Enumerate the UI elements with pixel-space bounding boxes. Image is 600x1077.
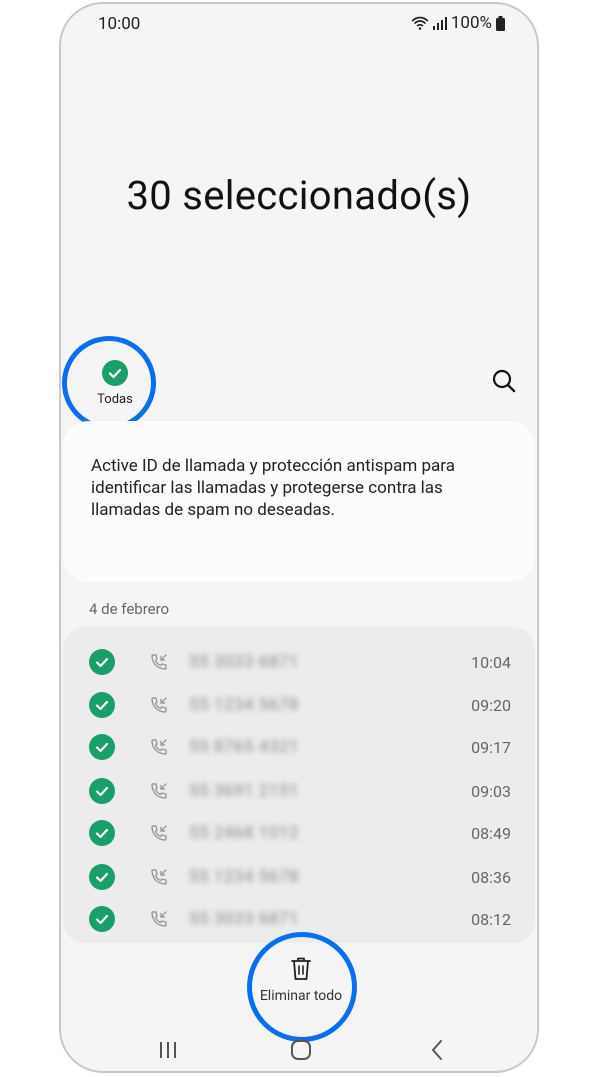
- phone-screen: 10:00 100% 30 seleccionado(s) Todas Acti…: [59, 2, 539, 1073]
- battery-icon: [496, 15, 505, 31]
- select-all-label: Todas: [97, 392, 133, 407]
- page-title: 30 seleccionado(s): [126, 172, 472, 219]
- search-button[interactable]: [489, 366, 519, 396]
- call-time: 10:04: [471, 652, 511, 672]
- back-nav-button[interactable]: [423, 1036, 451, 1064]
- wifi-icon: [411, 16, 429, 30]
- incoming-call-icon: [151, 654, 167, 670]
- incoming-call-icon: [151, 697, 167, 713]
- check-icon[interactable]: [89, 864, 115, 890]
- call-number: 55 3691 2151: [189, 781, 299, 801]
- incoming-call-icon: [151, 825, 167, 841]
- status-time: 10:00: [98, 14, 141, 34]
- back-nav-icon: [432, 1040, 442, 1060]
- check-icon[interactable]: [89, 692, 115, 718]
- call-number: 55 1234 5678: [189, 695, 299, 715]
- delete-all-button[interactable]: Eliminar todo: [245, 956, 357, 1004]
- call-time: 08:12: [471, 909, 511, 929]
- call-time: 09:20: [471, 695, 511, 715]
- call-log-row[interactable]: 55 8765 4321 09:17: [63, 732, 535, 762]
- call-log-row[interactable]: 55 3033 6871 10:04: [63, 647, 535, 677]
- date-header: 4 de febrero: [89, 600, 170, 618]
- incoming-call-icon: [151, 869, 167, 885]
- check-icon[interactable]: [89, 734, 115, 760]
- spam-protection-card[interactable]: Active ID de llamada y protección antisp…: [63, 421, 535, 582]
- incoming-call-icon: [151, 739, 167, 755]
- trash-icon: [291, 957, 311, 980]
- call-number: 55 1234 5678: [189, 867, 299, 887]
- check-icon: [102, 360, 128, 386]
- call-log-row[interactable]: 55 1234 5678 08:36: [63, 862, 535, 892]
- call-log-row[interactable]: 55 2468 1012 08:49: [63, 818, 535, 848]
- status-bar: 10:00 100%: [61, 4, 537, 44]
- call-number: 55 8765 4321: [189, 737, 299, 757]
- check-icon[interactable]: [89, 820, 115, 846]
- check-icon[interactable]: [89, 778, 115, 804]
- incoming-call-icon: [151, 783, 167, 799]
- status-indicators: 100%: [411, 13, 505, 33]
- check-icon[interactable]: [89, 906, 115, 932]
- call-log-list: 55 3033 6871 10:04 55 1234 5678 09:20 55…: [63, 627, 535, 943]
- incoming-call-icon: [151, 911, 167, 927]
- navigation-bar: [61, 1032, 537, 1068]
- call-number: 55 3033 6871: [189, 652, 299, 672]
- call-time: 08:36: [471, 867, 511, 887]
- call-time: 09:03: [471, 781, 511, 801]
- call-log-row[interactable]: 55 3033 6871 08:12: [63, 904, 535, 934]
- home-nav-icon: [291, 1040, 311, 1060]
- call-time: 08:49: [471, 823, 511, 843]
- call-log-row[interactable]: 55 3691 2151 09:03: [63, 776, 535, 806]
- recents-nav-icon: [160, 1042, 176, 1058]
- call-number: 55 3033 6871: [189, 909, 299, 929]
- home-nav-button[interactable]: [287, 1036, 315, 1064]
- call-number: 55 2468 1012: [189, 823, 299, 843]
- battery-percent: 100%: [450, 13, 492, 33]
- signal-icon: [432, 17, 447, 30]
- check-icon[interactable]: [89, 649, 115, 675]
- spam-protection-text: Active ID de llamada y protección antisp…: [91, 456, 455, 520]
- call-time: 09:17: [471, 737, 511, 757]
- call-log-row[interactable]: 55 1234 5678 09:20: [63, 690, 535, 720]
- search-icon: [492, 369, 516, 393]
- recents-nav-button[interactable]: [154, 1036, 182, 1064]
- delete-all-label: Eliminar todo: [259, 988, 343, 1004]
- select-all-button[interactable]: Todas: [85, 360, 145, 407]
